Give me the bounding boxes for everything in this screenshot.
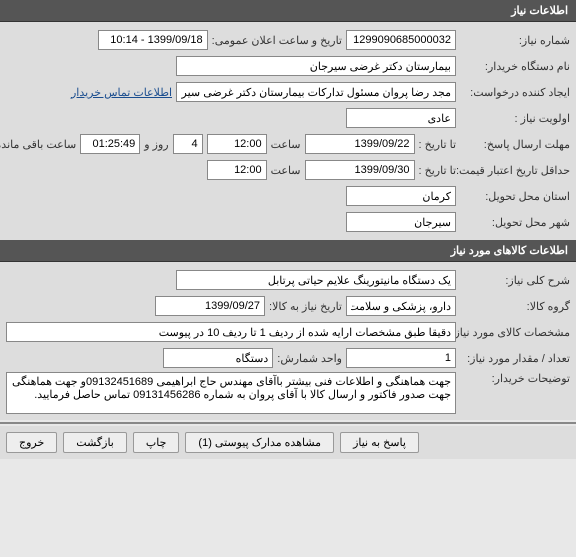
buyer-name-input[interactable]	[176, 56, 456, 76]
public-date-input[interactable]	[98, 30, 208, 50]
need-date-input[interactable]	[155, 296, 265, 316]
credit-until-time-input[interactable]	[207, 160, 267, 180]
delivery-city-label: شهر محل تحویل:	[460, 216, 570, 229]
public-date-label: تاریخ و ساعت اعلان عمومی:	[212, 34, 342, 47]
delivery-province-label: استان محل تحویل:	[460, 190, 570, 203]
respond-button[interactable]: پاسخ به نیاز	[340, 432, 419, 453]
need-number-label: شماره نیاز:	[460, 34, 570, 47]
goods-specs-label: مشخصات کالای مورد نیاز:	[460, 326, 570, 339]
hour-label-2: ساعت	[271, 164, 301, 177]
need-info-header: اطلاعات نیاز	[0, 0, 576, 22]
print-button[interactable]: چاپ	[133, 432, 180, 453]
count-unit-input[interactable]	[163, 348, 273, 368]
buyer-name-label: نام دستگاه خریدار:	[460, 60, 570, 73]
day-and-label: روز و	[144, 138, 168, 151]
goods-info-header: اطلاعات کالاهای مورد نیاز	[0, 240, 576, 262]
need-date-label: تاریخ نیاز به کالا:	[269, 300, 342, 313]
divider	[0, 422, 576, 424]
goods-specs-input[interactable]	[6, 322, 456, 342]
attachments-button[interactable]: مشاهده مدارک پیوستی (1)	[185, 432, 334, 453]
count-unit-label: واحد شمارش:	[277, 352, 342, 365]
request-creator-input[interactable]	[176, 82, 456, 102]
exit-button[interactable]: خروج	[6, 432, 57, 453]
goods-info-form: شرح کلی نیاز: گروه کالا: تاریخ نیاز به ک…	[0, 262, 576, 420]
request-creator-label: ایجاد کننده درخواست:	[460, 86, 570, 99]
general-desc-input[interactable]	[176, 270, 456, 290]
priority-label: اولویت نیاز :	[460, 112, 570, 125]
remaining-time-input[interactable]	[80, 134, 140, 154]
general-desc-label: شرح کلی نیاز:	[460, 274, 570, 287]
priority-input[interactable]	[346, 108, 456, 128]
until-date-label-2: تا تاریخ :	[419, 164, 456, 177]
deadline-date-input[interactable]	[305, 134, 415, 154]
goods-group-input[interactable]	[346, 296, 456, 316]
need-info-form: شماره نیاز: تاریخ و ساعت اعلان عمومی: نا…	[0, 22, 576, 240]
need-number-input[interactable]	[346, 30, 456, 50]
goods-group-label: گروه کالا:	[460, 300, 570, 313]
buyer-notes-input[interactable]: جهت هماهنگی و اطلاعات فنی بیشتر باآقای م…	[6, 372, 456, 414]
back-button[interactable]: بازگشت	[63, 432, 127, 453]
contact-info-link[interactable]: اطلاعات تماس خریدار	[71, 86, 172, 99]
remaining-label: ساعت باقی مانده	[0, 138, 76, 151]
response-deadline-label: مهلت ارسال پاسخ:	[460, 138, 570, 151]
min-credit-date-label: حداقل تاریخ اعتبار قیمت:	[460, 164, 570, 177]
hour-label-1: ساعت	[271, 138, 301, 151]
remaining-days-input[interactable]	[173, 134, 203, 154]
delivery-city-input[interactable]	[346, 212, 456, 232]
qty-needed-input[interactable]	[346, 348, 456, 368]
until-date-label: تا تاریخ :	[419, 138, 456, 151]
credit-until-date-input[interactable]	[305, 160, 415, 180]
action-buttons: پاسخ به نیاز مشاهده مدارک پیوستی (1) چاپ…	[0, 426, 576, 459]
buyer-notes-label: توضیحات خریدار:	[460, 372, 570, 385]
delivery-province-input[interactable]	[346, 186, 456, 206]
qty-needed-label: تعداد / مقدار مورد نیاز:	[460, 352, 570, 365]
deadline-time-input[interactable]	[207, 134, 267, 154]
